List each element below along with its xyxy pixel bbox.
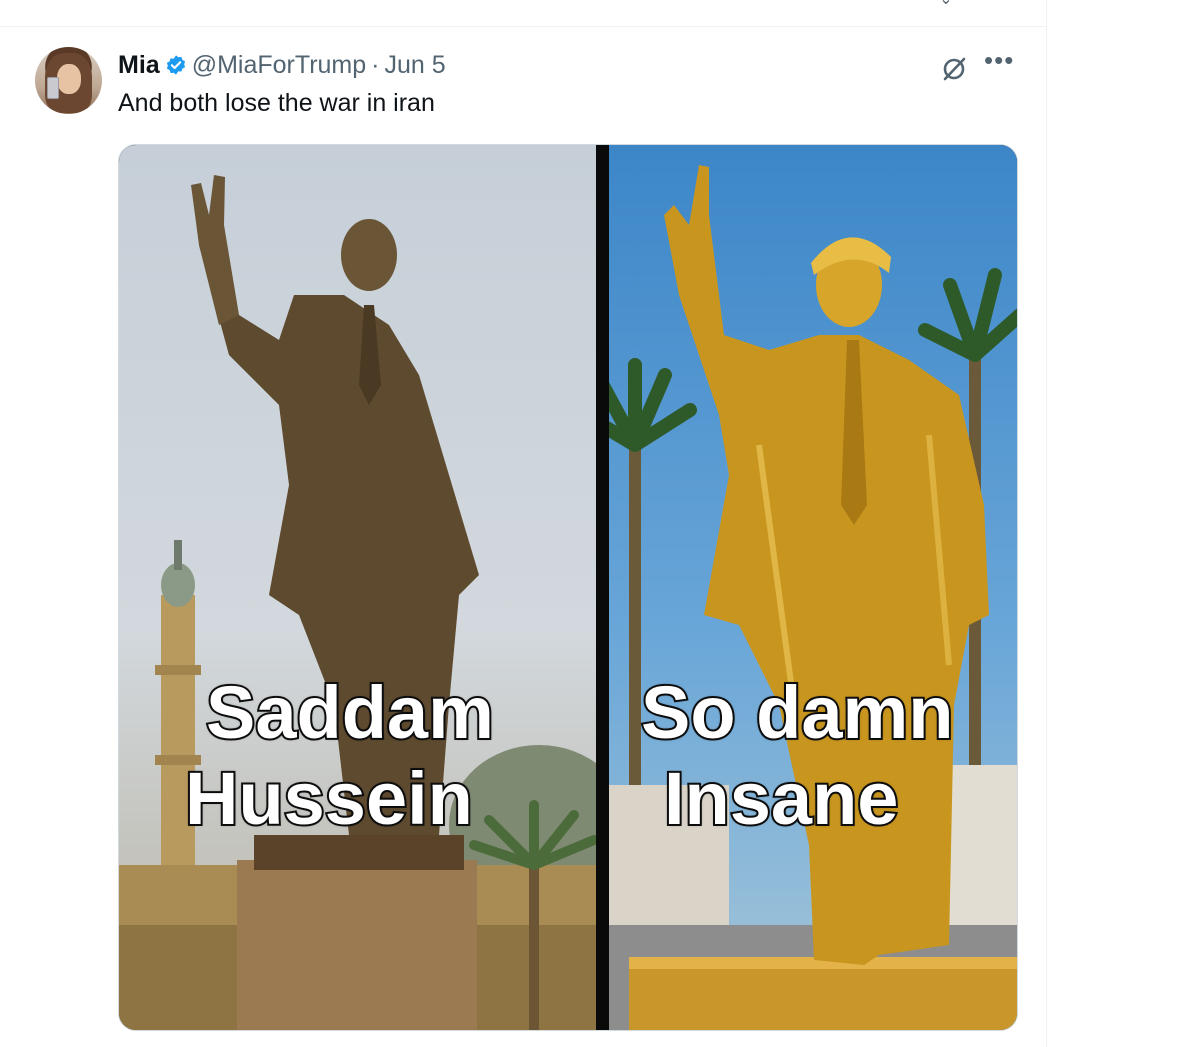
image-divider — [596, 145, 609, 1030]
left-panel: Saddam Hussein — [119, 145, 596, 1030]
timeline: ⌒ ⌄ Mia @MiaForTrump · Jun 5 — [0, 0, 1047, 1047]
avatar-phone — [47, 77, 59, 99]
golden-statue-scene — [609, 165, 1017, 1030]
right-panel: So damn Insane — [609, 145, 1017, 1030]
bronze-statue-scene — [119, 175, 596, 1030]
post-image[interactable]: Saddam Hussein So damn Insane — [118, 144, 1018, 1031]
post-date[interactable]: Jun 5 — [384, 51, 445, 80]
post-header: Mia @MiaForTrump · Jun 5 — [118, 51, 446, 79]
left-caption-line1: Saddam — [204, 671, 496, 755]
left-caption-line2: Hussein — [183, 757, 475, 841]
more-icon[interactable]: ••• — [984, 47, 1016, 75]
separator: · — [371, 50, 380, 79]
grok-icon[interactable] — [939, 54, 969, 84]
verified-badge-icon[interactable] — [165, 54, 187, 76]
right-caption-line2: Insane — [662, 757, 900, 841]
reply-icon[interactable]: ⌒ — [115, 0, 135, 8]
post-text: And both lose the war in iran — [118, 89, 435, 117]
post[interactable]: Mia @MiaForTrump · Jun 5 ••• And both lo… — [0, 27, 1046, 1047]
author-name[interactable]: Mia — [118, 51, 160, 80]
share-icon[interactable]: ⌄ — [936, 0, 956, 8]
avatar-face — [57, 64, 81, 94]
avatar[interactable] — [35, 47, 102, 114]
author-handle[interactable]: @MiaForTrump — [192, 51, 366, 80]
previous-post-bottom: ⌒ ⌄ — [0, 0, 1046, 27]
right-caption-line1: So damn — [639, 671, 955, 755]
